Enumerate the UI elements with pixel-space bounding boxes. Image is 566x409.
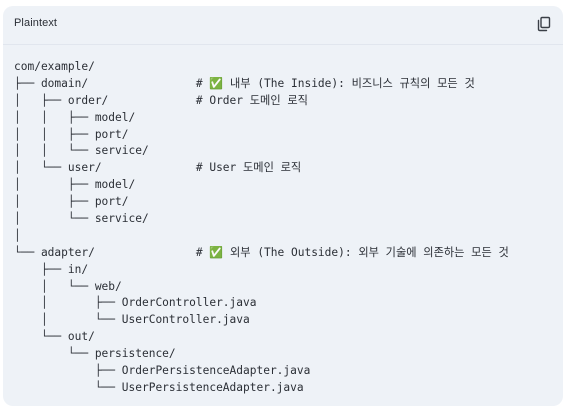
code-line: │ ├── OrderController.java [14,296,257,310]
code-line: │ └── web/ [14,279,122,293]
code-line: │ └── service/ [14,212,149,226]
code-line: ├── OrderPersistenceAdapter.java [14,364,311,378]
code-line: ├── in/ [14,262,89,276]
code-block-header: Plaintext [3,6,563,45]
language-label: Plaintext [14,17,58,29]
code-line: │ └── UserController.java [14,313,250,327]
copy-icon [537,16,551,32]
code-line: com/example/ [14,60,95,73]
code-line: │ ├── order/ # Order 도메인 로직 [14,93,308,107]
code-content: com/example/ ├── domain/ # ✅ 내부 (The Insi… [14,59,509,397]
code-line: │ │ ├── port/ [14,127,129,141]
code-line: └── persistence/ [14,347,176,361]
code-line: │ ├── port/ [14,195,129,209]
code-line: │ ├── model/ [14,178,136,192]
code-line: ├── domain/ # ✅ 내부 (The Inside): 비즈니스 규칙… [14,76,475,90]
copy-button[interactable] [535,15,553,33]
code-line: │ │ ├── model/ [14,110,136,124]
code-line: │ │ └── service/ [14,144,149,158]
code-line: │ [14,228,21,242]
code-line: └── out/ [14,330,95,344]
code-block: Plaintext com/example/ ├── domain/ # ✅ 내부… [3,6,563,406]
code-line: │ └── user/ # User 도메인 로직 [14,161,302,175]
code-line: └── UserPersistenceAdapter.java [14,380,304,394]
code-line: └── adapter/ # ✅ 외부 (The Outside): 외부 기술… [14,245,509,259]
